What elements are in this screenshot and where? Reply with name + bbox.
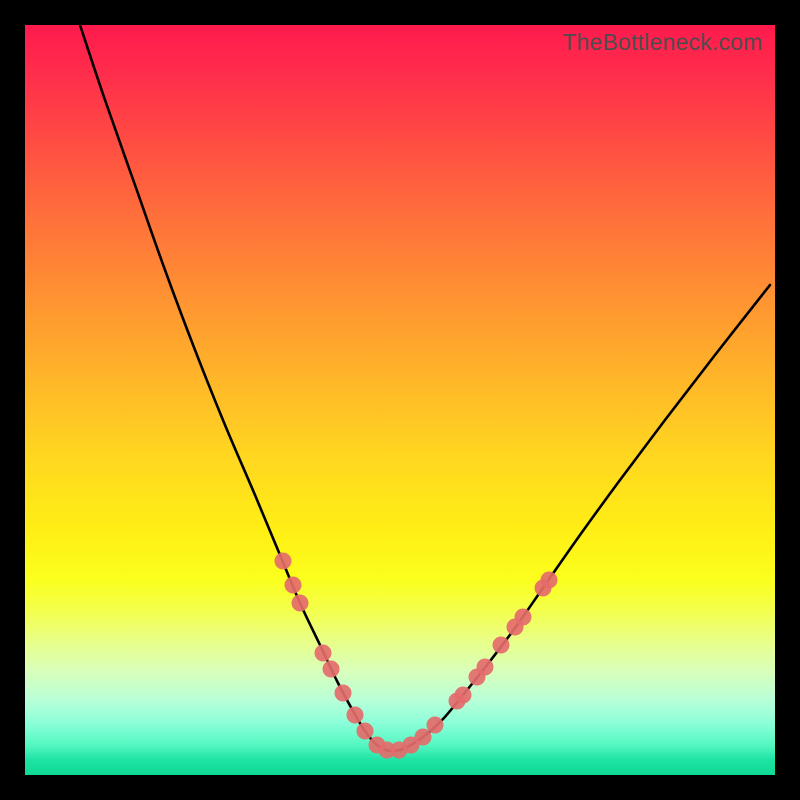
sample-dot xyxy=(285,577,302,594)
sample-dot xyxy=(323,661,340,678)
sample-dot xyxy=(493,637,510,654)
sample-dot xyxy=(315,645,332,662)
chart-svg xyxy=(25,25,775,775)
sample-dot xyxy=(541,572,558,589)
bottleneck-curve xyxy=(80,25,770,751)
sample-dots xyxy=(275,553,558,759)
sample-dot xyxy=(335,685,352,702)
sample-dot xyxy=(275,553,292,570)
sample-dot xyxy=(357,723,374,740)
sample-dot xyxy=(455,687,472,704)
sample-dot xyxy=(347,707,364,724)
plot-area: TheBottleneck.com xyxy=(25,25,775,775)
sample-dot xyxy=(427,717,444,734)
sample-dot xyxy=(477,659,494,676)
chart-stage: TheBottleneck.com xyxy=(0,0,800,800)
sample-dot xyxy=(515,609,532,626)
sample-dot xyxy=(292,595,309,612)
sample-dot xyxy=(415,729,432,746)
